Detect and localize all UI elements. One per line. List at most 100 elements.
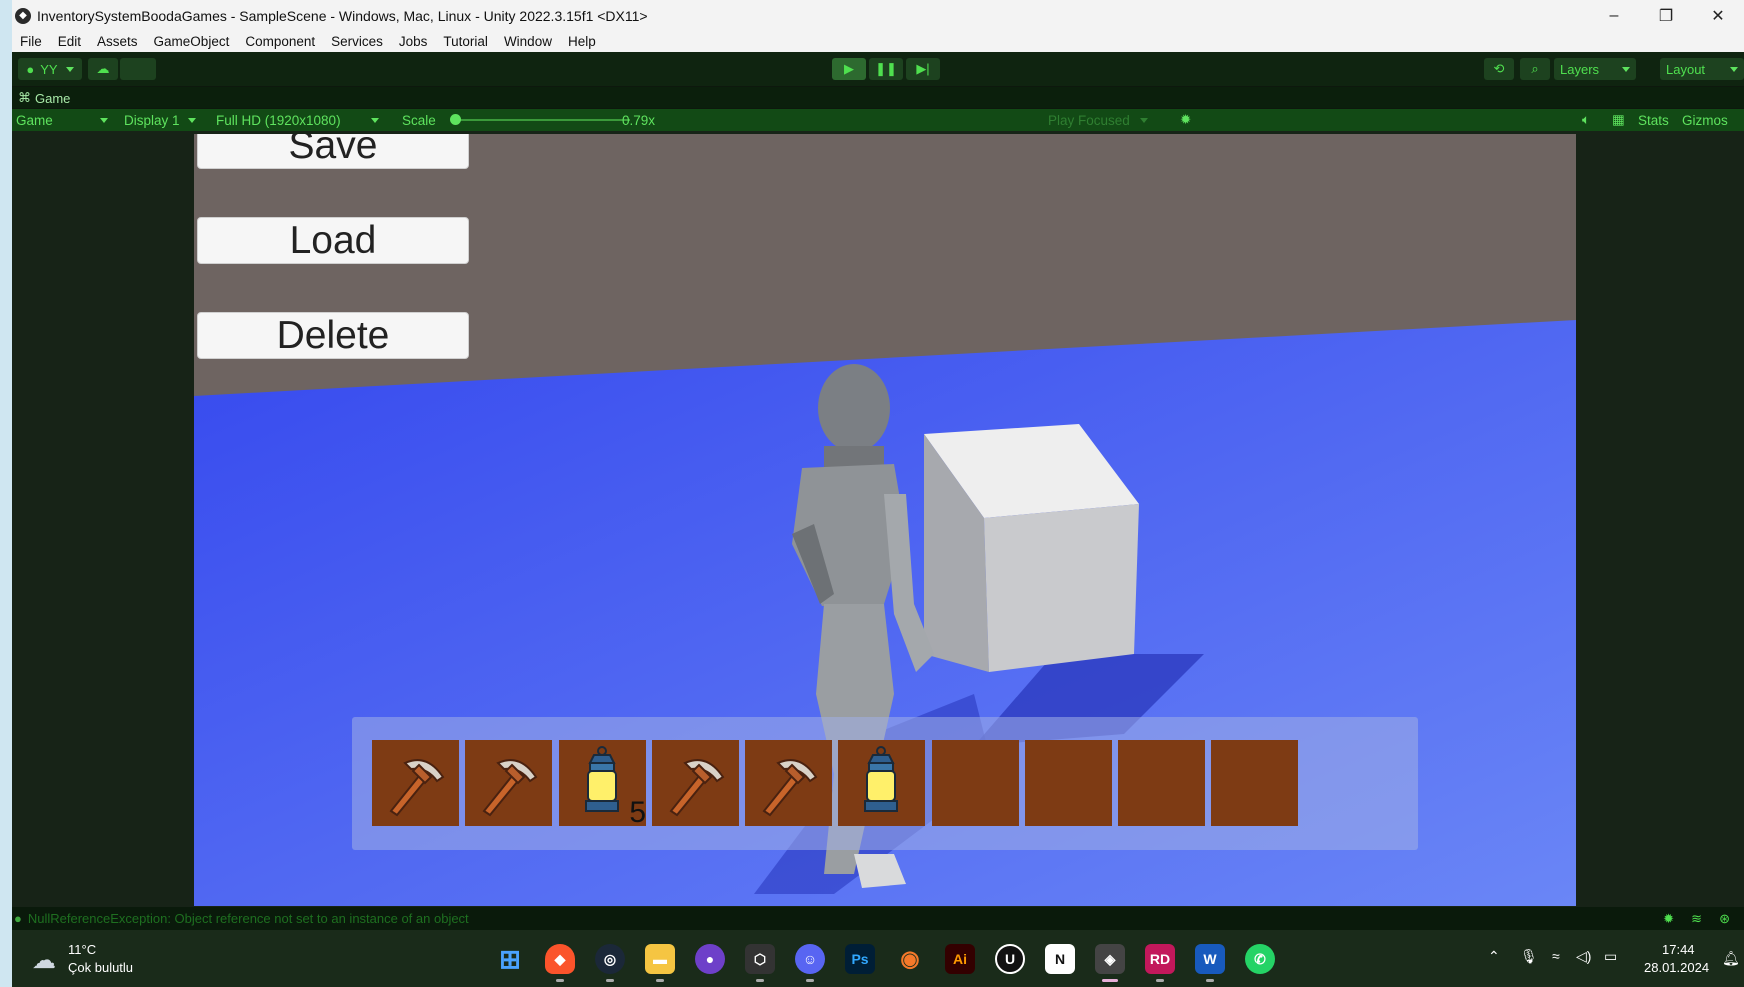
resolution-label: Full HD (1920x1080) — [216, 112, 341, 128]
play-icon: ▶ — [844, 61, 854, 76]
search-button[interactable]: ⌕ — [1520, 58, 1550, 80]
play-mode-dropdown[interactable]: Play Focused — [1048, 112, 1148, 128]
minimize-button[interactable]: – — [1588, 0, 1640, 31]
pickaxe-icon — [762, 759, 818, 817]
notion-icon[interactable]: N — [1045, 944, 1075, 974]
network-status-icon[interactable]: ⊛ — [1719, 911, 1730, 927]
weather-temp[interactable]: 11°C — [68, 942, 96, 957]
menu-edit[interactable]: Edit — [50, 34, 89, 49]
tab-bar: ⌘ Game — [12, 87, 1744, 108]
layers-dropdown[interactable]: Layers — [1554, 58, 1636, 80]
menu-file[interactable]: File — [12, 34, 50, 49]
photoshop-icon[interactable]: Ps — [845, 944, 875, 974]
discord-icon[interactable]: ☺ — [795, 944, 825, 974]
layout-label: Layout — [1666, 61, 1706, 77]
scale-value: 0.79x — [622, 112, 656, 128]
notification-icon[interactable]: 🔔︎ — [1722, 950, 1740, 967]
bug-icon[interactable]: ✹ — [1180, 112, 1191, 128]
tab-game[interactable]: ⌘ Game — [18, 89, 70, 107]
bug-status-icon[interactable]: ✹ — [1663, 911, 1674, 927]
view-label: Game — [16, 112, 53, 128]
menu-help[interactable]: Help — [560, 34, 604, 49]
menu-window[interactable]: Window — [496, 34, 560, 49]
clock-date[interactable]: 28.01.2024 — [1644, 960, 1709, 975]
inventory-slot[interactable] — [838, 740, 925, 826]
weather-icon: ☁ — [32, 947, 56, 974]
menu-assets[interactable]: Assets — [89, 34, 146, 49]
stats-button[interactable]: Stats — [1638, 112, 1669, 128]
volume-icon[interactable]: ◁) — [1576, 948, 1591, 965]
load-button[interactable]: Load — [197, 217, 469, 264]
rider-icon[interactable]: RD — [1145, 944, 1175, 974]
inventory-slot[interactable] — [932, 740, 1019, 826]
pause-button[interactable]: ❚❚ — [869, 58, 903, 80]
game-viewport[interactable]: Save Load Delete 5 — [194, 134, 1576, 906]
inventory-slot[interactable] — [1118, 740, 1205, 826]
tab-game-label: Game — [35, 90, 71, 106]
inventory-slot[interactable] — [1025, 740, 1112, 826]
maximize-button[interactable]: ❐ — [1640, 0, 1692, 31]
scale-label: Scale — [402, 112, 436, 128]
save-button[interactable]: Save — [197, 134, 469, 169]
desktop-background — [0, 0, 12, 987]
microphone-icon[interactable]: 🎙︎ — [1520, 948, 1538, 965]
screen: ◆ InventorySystemBoodaGames - SampleScen… — [0, 0, 1744, 987]
layout-dropdown[interactable]: Layout — [1660, 58, 1744, 80]
running-indicator — [556, 979, 564, 982]
inventory-slot[interactable] — [652, 740, 739, 826]
running-indicator — [1156, 979, 1164, 982]
cloud-button[interactable]: ☁ — [88, 58, 118, 80]
menu-gameobject[interactable]: GameObject — [146, 34, 238, 49]
unreal-icon[interactable]: U — [995, 944, 1025, 974]
folder-icon[interactable]: ▬ — [645, 944, 675, 974]
clock-time[interactable]: 17:44 — [1662, 942, 1695, 957]
unity-hub-icon[interactable]: ⬡ — [745, 944, 775, 974]
brave-icon[interactable]: ◆ — [545, 944, 575, 974]
inventory-slot[interactable] — [745, 740, 832, 826]
word-icon[interactable]: W — [1195, 944, 1225, 974]
audio-icon[interactable]: 🔈︎ — [1582, 112, 1590, 128]
menu-component[interactable]: Component — [237, 34, 323, 49]
console-status-bar[interactable]: ● NullReferenceException: Object referen… — [12, 907, 1744, 930]
chevron-up-icon[interactable]: ⌃ — [1488, 948, 1500, 965]
start-icon[interactable]: ⊞ — [495, 944, 525, 974]
battery-icon[interactable]: ▭ — [1604, 948, 1617, 965]
blender-icon[interactable]: ◉ — [895, 944, 925, 974]
inventory-slot[interactable] — [372, 740, 459, 826]
menu-services[interactable]: Services — [323, 34, 391, 49]
scale-slider-handle[interactable] — [450, 114, 461, 125]
inventory-slot[interactable] — [465, 740, 552, 826]
status-message: NullReferenceException: Object reference… — [27, 911, 469, 926]
unity-editor-icon[interactable]: ◈ — [1095, 944, 1125, 974]
wifi-icon[interactable]: ≈ — [1552, 948, 1560, 964]
whatsapp-icon[interactable]: ✆ — [1245, 944, 1275, 974]
steam-icon[interactable]: ◎ — [595, 944, 625, 974]
main-toolbar: ● YY ☁ ▶ ❚❚ ▶| ⟲ ⌕ Layers Layout — [12, 52, 1744, 86]
step-button[interactable]: ▶| — [906, 58, 940, 80]
close-button[interactable]: ✕ — [1692, 0, 1744, 31]
delete-button[interactable]: Delete — [197, 312, 469, 359]
layers-status-icon[interactable]: ≋ — [1691, 911, 1702, 927]
play-mode-label: Play Focused — [1048, 112, 1130, 128]
item-count: 5 — [629, 796, 646, 829]
view-dropdown[interactable]: Game — [16, 112, 108, 128]
step-icon: ▶| — [916, 61, 930, 76]
collab-button[interactable] — [120, 58, 156, 80]
history-button[interactable]: ⟲ — [1484, 58, 1514, 80]
play-button[interactable]: ▶ — [832, 58, 866, 80]
resolution-dropdown[interactable]: Full HD (1920x1080) — [216, 112, 379, 128]
display-dropdown[interactable]: Display 1 — [124, 112, 196, 128]
weather-desc[interactable]: Çok bulutlu — [68, 960, 133, 975]
menu-tutorial[interactable]: Tutorial — [435, 34, 496, 49]
inventory-slot[interactable]: 5 — [559, 740, 646, 829]
gizmos-button[interactable]: Gizmos — [1682, 112, 1728, 128]
active-indicator — [1102, 979, 1118, 982]
keyboard-icon[interactable]: ▦ — [1612, 112, 1625, 128]
scale-slider-track[interactable] — [452, 119, 630, 121]
github-icon[interactable]: ● — [695, 944, 725, 974]
menu-jobs[interactable]: Jobs — [391, 34, 436, 49]
running-indicator — [606, 979, 614, 982]
account-dropdown[interactable]: ● YY — [18, 58, 82, 80]
illustrator-icon[interactable]: Ai — [945, 944, 975, 974]
inventory-slot[interactable] — [1211, 740, 1298, 826]
